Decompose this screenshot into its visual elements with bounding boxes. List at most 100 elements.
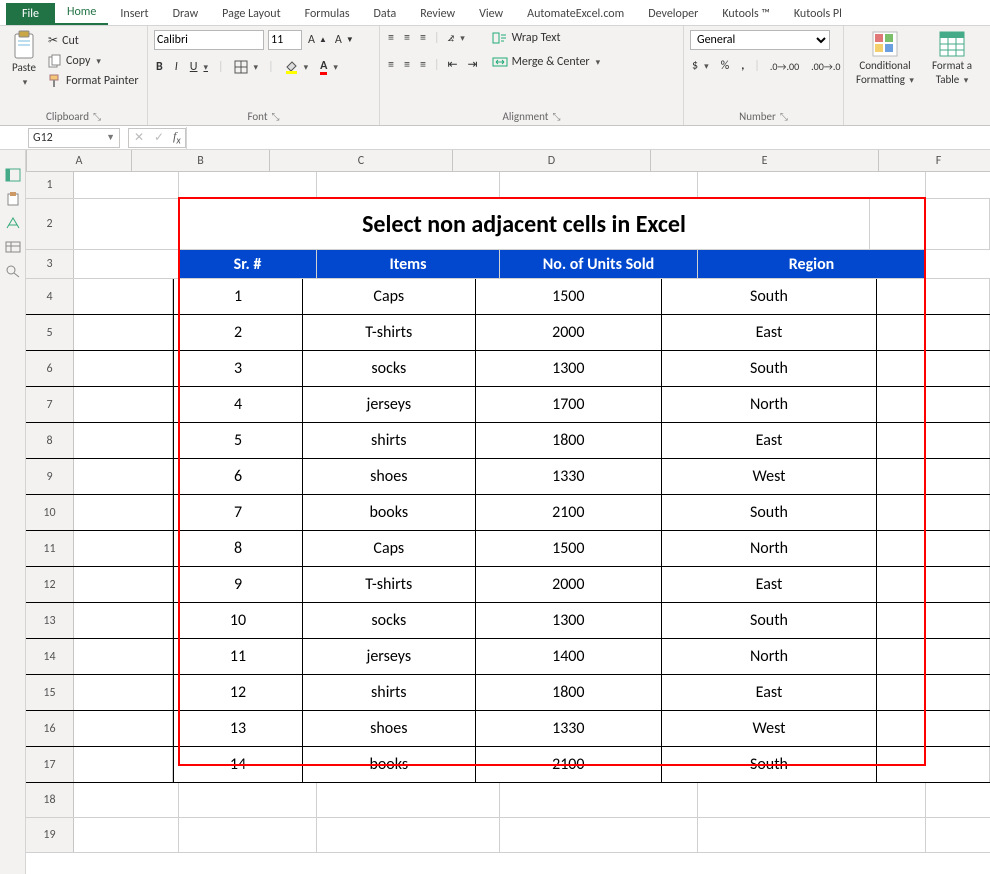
italic-button[interactable]: I: [173, 59, 180, 75]
row-header-19[interactable]: 19: [26, 818, 74, 852]
cell-f13[interactable]: [877, 603, 990, 638]
fx-icon[interactable]: fx: [169, 129, 185, 146]
tab-formulas[interactable]: Formulas: [293, 3, 362, 25]
copy-button[interactable]: Copy: [46, 53, 141, 69]
decrease-font-button[interactable]: A▼: [333, 32, 356, 48]
col-header-b[interactable]: B: [132, 150, 270, 171]
cell-units-17[interactable]: 2100: [476, 747, 663, 782]
cell-items-14[interactable]: jerseys: [303, 639, 475, 674]
cell-sr-12[interactable]: 9: [173, 567, 303, 602]
cell[interactable]: [500, 172, 698, 198]
cell-a13[interactable]: [74, 603, 173, 638]
cell-region-11[interactable]: North: [662, 531, 877, 566]
increase-font-button[interactable]: A▲: [306, 32, 329, 48]
cell[interactable]: [179, 783, 317, 817]
decrease-indent-button[interactable]: ⇤: [445, 56, 459, 73]
cell-f6[interactable]: [877, 351, 990, 386]
bold-button[interactable]: B: [154, 59, 165, 75]
cell-items-10[interactable]: books: [303, 495, 475, 530]
percent-format-button[interactable]: %: [719, 58, 732, 74]
cell-a7[interactable]: [74, 387, 173, 422]
row-header-6[interactable]: 6: [26, 351, 74, 386]
font-size-input[interactable]: [268, 30, 302, 50]
header-sr[interactable]: Sr. #: [179, 250, 317, 278]
tab-kutools[interactable]: Kutools ™: [710, 3, 782, 25]
number-launcher-icon[interactable]: ⤡: [780, 110, 788, 123]
header-units[interactable]: No. of Units Sold: [500, 250, 698, 278]
cell-sr-9[interactable]: 6: [173, 459, 303, 494]
format-as-table-button[interactable]: Format a Table: [924, 30, 980, 86]
row-header-4[interactable]: 4: [26, 279, 74, 314]
cell-units-14[interactable]: 1400: [476, 639, 663, 674]
underline-button[interactable]: U: [188, 59, 210, 75]
cell[interactable]: [74, 818, 179, 852]
cell-a5[interactable]: [74, 315, 173, 350]
cell-f5[interactable]: [877, 315, 990, 350]
align-middle-button[interactable]: ≡: [402, 30, 412, 46]
sidebar-find-icon[interactable]: [5, 264, 21, 278]
align-bottom-button[interactable]: ≡: [418, 30, 428, 46]
cell-region-13[interactable]: South: [662, 603, 877, 638]
cell-a6[interactable]: [74, 351, 173, 386]
grid[interactable]: A B C D E F 12Select non adjacent cells …: [26, 150, 990, 874]
cell-sr-8[interactable]: 5: [173, 423, 303, 458]
sidebar-autotext-icon[interactable]: [5, 216, 21, 230]
tab-home[interactable]: Home: [55, 1, 108, 25]
conditional-formatting-button[interactable]: Conditional Formatting: [850, 30, 920, 86]
cancel-formula-button[interactable]: ✕: [129, 130, 149, 145]
enter-formula-button[interactable]: ✓: [149, 130, 169, 145]
comma-format-button[interactable]: ,: [739, 58, 746, 74]
row-header-9[interactable]: 9: [26, 459, 74, 494]
cell-sr-5[interactable]: 2: [173, 315, 303, 350]
tab-view[interactable]: View: [467, 3, 515, 25]
tab-review[interactable]: Review: [408, 3, 467, 25]
cell-region-7[interactable]: North: [662, 387, 877, 422]
paste-button[interactable]: Paste: [6, 30, 42, 88]
cell-units-11[interactable]: 1500: [476, 531, 663, 566]
cell-sr-11[interactable]: 8: [173, 531, 303, 566]
merge-center-button[interactable]: Merge & Center: [490, 54, 603, 70]
row-header-3[interactable]: 3: [26, 250, 74, 278]
cell-a4[interactable]: [74, 279, 173, 314]
cell-f10[interactable]: [877, 495, 990, 530]
cell-a15[interactable]: [74, 675, 173, 710]
cell-sr-7[interactable]: 4: [173, 387, 303, 422]
wrap-text-button[interactable]: Wrap Text: [490, 30, 603, 46]
cell[interactable]: [926, 783, 990, 817]
row-header-13[interactable]: 13: [26, 603, 74, 638]
cell-a16[interactable]: [74, 711, 173, 746]
cell-items-15[interactable]: shirts: [303, 675, 475, 710]
cell-items-17[interactable]: books: [303, 747, 475, 782]
col-header-e[interactable]: E: [651, 150, 879, 171]
cell[interactable]: [698, 172, 926, 198]
row-header-15[interactable]: 15: [26, 675, 74, 710]
row-header-7[interactable]: 7: [26, 387, 74, 422]
cell[interactable]: [317, 818, 500, 852]
align-left-button[interactable]: ≡: [386, 57, 396, 73]
cell-items-11[interactable]: Caps: [303, 531, 475, 566]
font-name-input[interactable]: [154, 30, 264, 50]
cell-units-6[interactable]: 1300: [476, 351, 663, 386]
cell-items-6[interactable]: socks: [303, 351, 475, 386]
tab-insert[interactable]: Insert: [108, 3, 160, 25]
cell[interactable]: [74, 783, 179, 817]
cell-f16[interactable]: [877, 711, 990, 746]
cell-units-13[interactable]: 1300: [476, 603, 663, 638]
cell-items-12[interactable]: T-shirts: [303, 567, 475, 602]
cell-sr-13[interactable]: 10: [173, 603, 303, 638]
align-top-button[interactable]: ≡: [386, 30, 396, 46]
cell-sr-10[interactable]: 7: [173, 495, 303, 530]
cell-region-4[interactable]: South: [662, 279, 877, 314]
cell-region-5[interactable]: East: [662, 315, 877, 350]
cell-sr-16[interactable]: 13: [173, 711, 303, 746]
cell-a17[interactable]: [74, 747, 173, 782]
cell[interactable]: [179, 818, 317, 852]
cell-items-13[interactable]: socks: [303, 603, 475, 638]
cell[interactable]: [698, 783, 926, 817]
col-header-c[interactable]: C: [270, 150, 453, 171]
font-color-button[interactable]: A: [318, 58, 340, 76]
col-header-f[interactable]: F: [879, 150, 990, 171]
row-header-14[interactable]: 14: [26, 639, 74, 674]
row-header-11[interactable]: 11: [26, 531, 74, 566]
cell[interactable]: [926, 818, 990, 852]
